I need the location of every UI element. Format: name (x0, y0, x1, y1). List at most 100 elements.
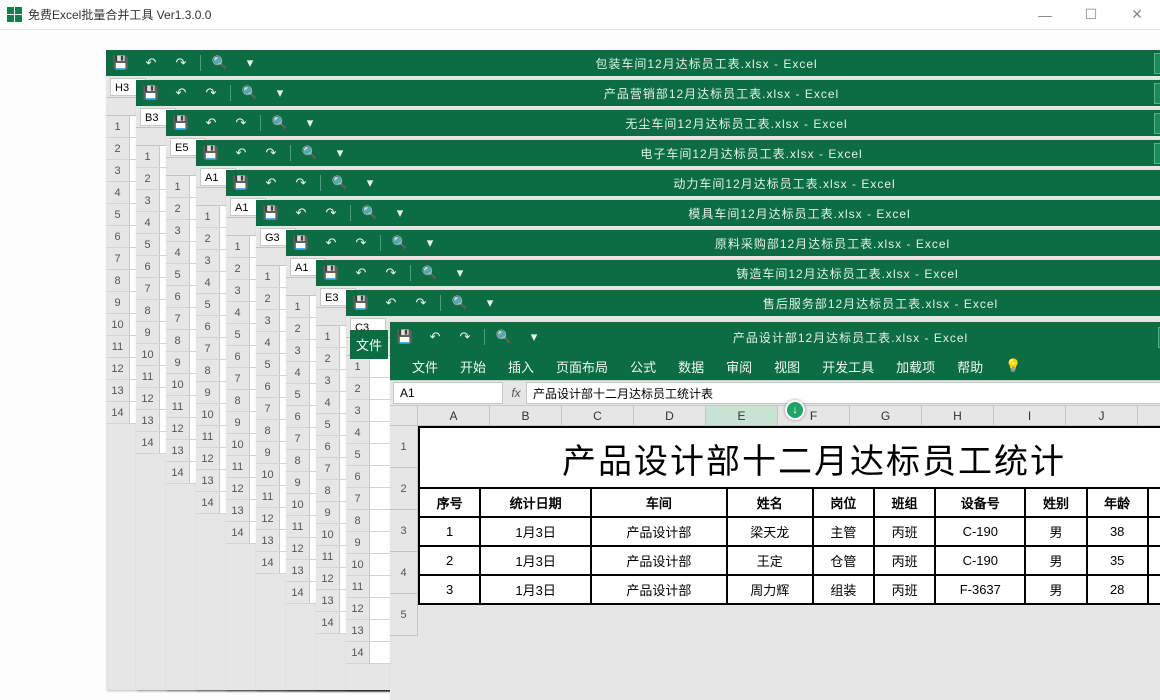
row-header[interactable]: 4 (390, 552, 417, 594)
tab-developer[interactable]: 开发工具 (822, 357, 874, 376)
login-button[interactable]: 登录 (1154, 113, 1160, 134)
fx-icon[interactable]: fx (506, 386, 526, 400)
redo-icon[interactable]: ↷ (166, 55, 196, 71)
save-icon[interactable]: 💾 (390, 329, 420, 345)
save-icon[interactable]: 💾 (346, 295, 376, 311)
save-icon[interactable]: 💾 (226, 175, 256, 191)
table-cell[interactable]: 35 (1087, 546, 1148, 575)
table-cell[interactable]: 5 (1148, 575, 1160, 604)
print-preview-icon[interactable]: 🔍 (325, 175, 355, 191)
dropdown-icon[interactable]: ▾ (475, 295, 505, 311)
tab-formula[interactable]: 公式 (630, 357, 656, 376)
row-header[interactable]: 1 (390, 426, 417, 468)
table-cell[interactable]: 3 (419, 575, 480, 604)
column-header[interactable]: G (850, 406, 922, 425)
redo-icon[interactable]: ↷ (226, 115, 256, 131)
formula-bar[interactable]: 产品设计部十二月达标员工统计表 (526, 382, 1160, 404)
table-cell[interactable]: 8 (1148, 546, 1160, 575)
undo-icon[interactable]: ↶ (420, 329, 450, 345)
table-cell[interactable]: C-190 (935, 546, 1025, 575)
maximize-button[interactable]: ☐ (1068, 0, 1114, 30)
table-cell[interactable]: 丙班 (874, 517, 935, 546)
tab-file[interactable]: 文件 (350, 330, 388, 359)
print-preview-icon[interactable]: 🔍 (355, 205, 385, 221)
table-cell[interactable]: 男 (1025, 546, 1086, 575)
print-preview-icon[interactable]: 🔍 (445, 295, 475, 311)
name-box[interactable]: A1 (393, 382, 503, 404)
print-preview-icon[interactable]: 🔍 (385, 235, 415, 251)
table-cell[interactable]: 主管 (813, 517, 874, 546)
minimize-button[interactable]: — (1022, 0, 1068, 30)
dropdown-icon[interactable]: ▾ (325, 145, 355, 161)
column-header[interactable]: B (490, 406, 562, 425)
tab-help[interactable]: 帮助 (957, 357, 983, 376)
undo-icon[interactable]: ↶ (226, 145, 256, 161)
table-cell[interactable]: 丙班 (874, 546, 935, 575)
redo-icon[interactable]: ↷ (346, 235, 376, 251)
table-cell[interactable]: 28 (1087, 575, 1148, 604)
column-header[interactable]: J (1066, 406, 1138, 425)
table-cell[interactable]: 丙班 (874, 575, 935, 604)
tab-addin[interactable]: 加载项 (896, 357, 935, 376)
login-button[interactable]: 登录 (1154, 143, 1160, 164)
save-icon[interactable]: 💾 (136, 85, 166, 101)
table-cell[interactable]: 产品设计部 (591, 575, 727, 604)
table-cell[interactable]: 梁天龙 (727, 517, 813, 546)
row-header[interactable]: 3 (390, 510, 417, 552)
tab-review[interactable]: 审阅 (726, 357, 752, 376)
login-button[interactable]: 登录 (1154, 53, 1160, 74)
table-cell[interactable]: 男 (1025, 517, 1086, 546)
column-header[interactable]: C (562, 406, 634, 425)
table-cell[interactable]: 周力辉 (727, 575, 813, 604)
column-header[interactable]: A (418, 406, 490, 425)
redo-icon[interactable]: ↷ (450, 329, 480, 345)
dropdown-icon[interactable]: ▾ (385, 205, 415, 221)
table-cell[interactable]: C-190 (935, 517, 1025, 546)
redo-icon[interactable]: ↷ (286, 175, 316, 191)
table-cell[interactable]: 产品设计部 (591, 546, 727, 575)
table-cell[interactable]: 1月3日 (480, 546, 591, 575)
redo-icon[interactable]: ↷ (376, 265, 406, 281)
redo-icon[interactable]: ↷ (196, 85, 226, 101)
table-cell[interactable]: 2 (419, 546, 480, 575)
table-cell[interactable]: 组装 (813, 575, 874, 604)
row-header[interactable]: 5 (390, 594, 417, 636)
save-icon[interactable]: 💾 (316, 265, 346, 281)
column-header[interactable]: D (634, 406, 706, 425)
column-header[interactable]: H (922, 406, 994, 425)
undo-icon[interactable]: ↶ (346, 265, 376, 281)
table-row[interactable]: 11月3日产品设计部梁天龙主管丙班C-190男3810 (419, 517, 1160, 546)
undo-icon[interactable]: ↶ (376, 295, 406, 311)
dropdown-icon[interactable]: ▾ (445, 265, 475, 281)
undo-icon[interactable]: ↶ (286, 205, 316, 221)
print-preview-icon[interactable]: 🔍 (265, 115, 295, 131)
login-button[interactable]: 登录 (1154, 83, 1160, 104)
table-cell[interactable]: 1 (419, 517, 480, 546)
dropdown-icon[interactable]: ▾ (265, 85, 295, 101)
print-preview-icon[interactable]: 🔍 (235, 85, 265, 101)
save-icon[interactable]: 💾 (256, 205, 286, 221)
table-cell[interactable]: 1月3日 (480, 517, 591, 546)
tell-me-icon[interactable]: 💡 (1005, 358, 1021, 374)
dropdown-icon[interactable]: ▾ (235, 55, 265, 71)
table-row[interactable]: 21月3日产品设计部王定仓管丙班C-190男358 (419, 546, 1160, 575)
tab-view[interactable]: 视图 (774, 357, 800, 376)
excel-window-front[interactable]: 💾 ↶ ↷ 🔍 ▾ 产品设计部12月达标员工表.xlsx - Excel 登录 … (390, 322, 1160, 700)
dropdown-icon[interactable]: ▾ (295, 115, 325, 131)
redo-icon[interactable]: ↷ (406, 295, 436, 311)
dropdown-icon[interactable]: ▾ (355, 175, 385, 191)
undo-icon[interactable]: ↶ (136, 55, 166, 71)
dropdown-icon[interactable]: ▾ (415, 235, 445, 251)
undo-icon[interactable]: ↶ (166, 85, 196, 101)
redo-icon[interactable]: ↷ (256, 145, 286, 161)
table-cell[interactable]: 男 (1025, 575, 1086, 604)
tab-home[interactable]: 开始 (460, 357, 486, 376)
save-icon[interactable]: 💾 (196, 145, 226, 161)
print-preview-icon[interactable]: 🔍 (415, 265, 445, 281)
print-preview-icon[interactable]: 🔍 (489, 329, 519, 345)
column-header[interactable]: I (994, 406, 1066, 425)
table-cell[interactable]: F-3637 (935, 575, 1025, 604)
tab-insert[interactable]: 插入 (508, 357, 534, 376)
row-header[interactable]: 2 (390, 468, 417, 510)
tab-layout[interactable]: 页面布局 (556, 357, 608, 376)
